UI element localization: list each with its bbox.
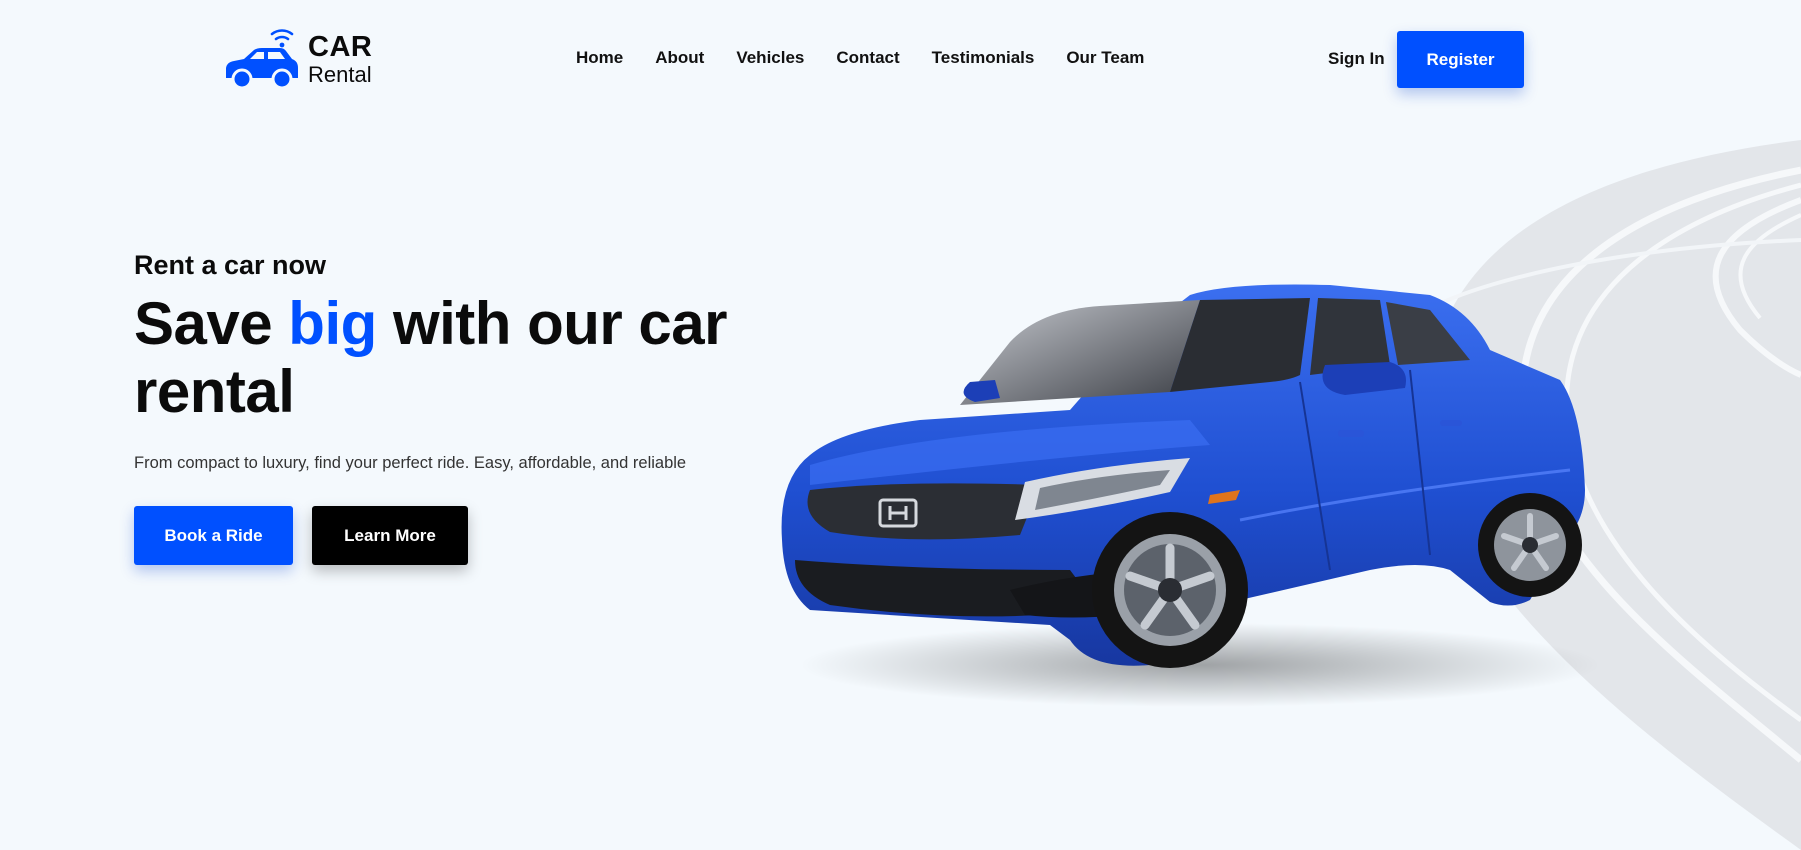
brand-subtitle: Rental bbox=[308, 61, 372, 87]
sign-in-link[interactable]: Sign In bbox=[1328, 49, 1385, 69]
nav-home[interactable]: Home bbox=[576, 48, 623, 68]
hero-car-image bbox=[781, 284, 1600, 707]
brand-logo[interactable]: CAR Rental bbox=[224, 28, 372, 90]
hero-section: Rent a car now Save big with our car ren… bbox=[134, 248, 774, 565]
hero-eyebrow: Rent a car now bbox=[134, 250, 327, 280]
site-header: CAR Rental Home About Vehicles Contact T… bbox=[0, 0, 1801, 120]
nav-testimonials[interactable]: Testimonials bbox=[932, 48, 1035, 68]
hero-actions: Book a Ride Learn More bbox=[134, 506, 774, 565]
nav-our-team[interactable]: Our Team bbox=[1066, 48, 1144, 68]
hero-headline: Save big with our car rental bbox=[134, 290, 774, 426]
nav-vehicles[interactable]: Vehicles bbox=[736, 48, 804, 68]
headline-text-start: Save bbox=[134, 290, 289, 357]
nav-about[interactable]: About bbox=[655, 48, 704, 68]
brand-title: CAR bbox=[308, 30, 373, 63]
connected-car-icon bbox=[226, 29, 298, 90]
headline-accent: big bbox=[288, 290, 377, 357]
book-ride-button[interactable]: Book a Ride bbox=[134, 506, 293, 565]
nav-contact[interactable]: Contact bbox=[836, 48, 899, 68]
learn-more-button[interactable]: Learn More bbox=[312, 506, 468, 565]
register-button[interactable]: Register bbox=[1397, 31, 1524, 88]
main-nav: Home About Vehicles Contact Testimonials… bbox=[576, 48, 1176, 68]
hero-description: From compact to luxury, find your perfec… bbox=[134, 454, 687, 472]
